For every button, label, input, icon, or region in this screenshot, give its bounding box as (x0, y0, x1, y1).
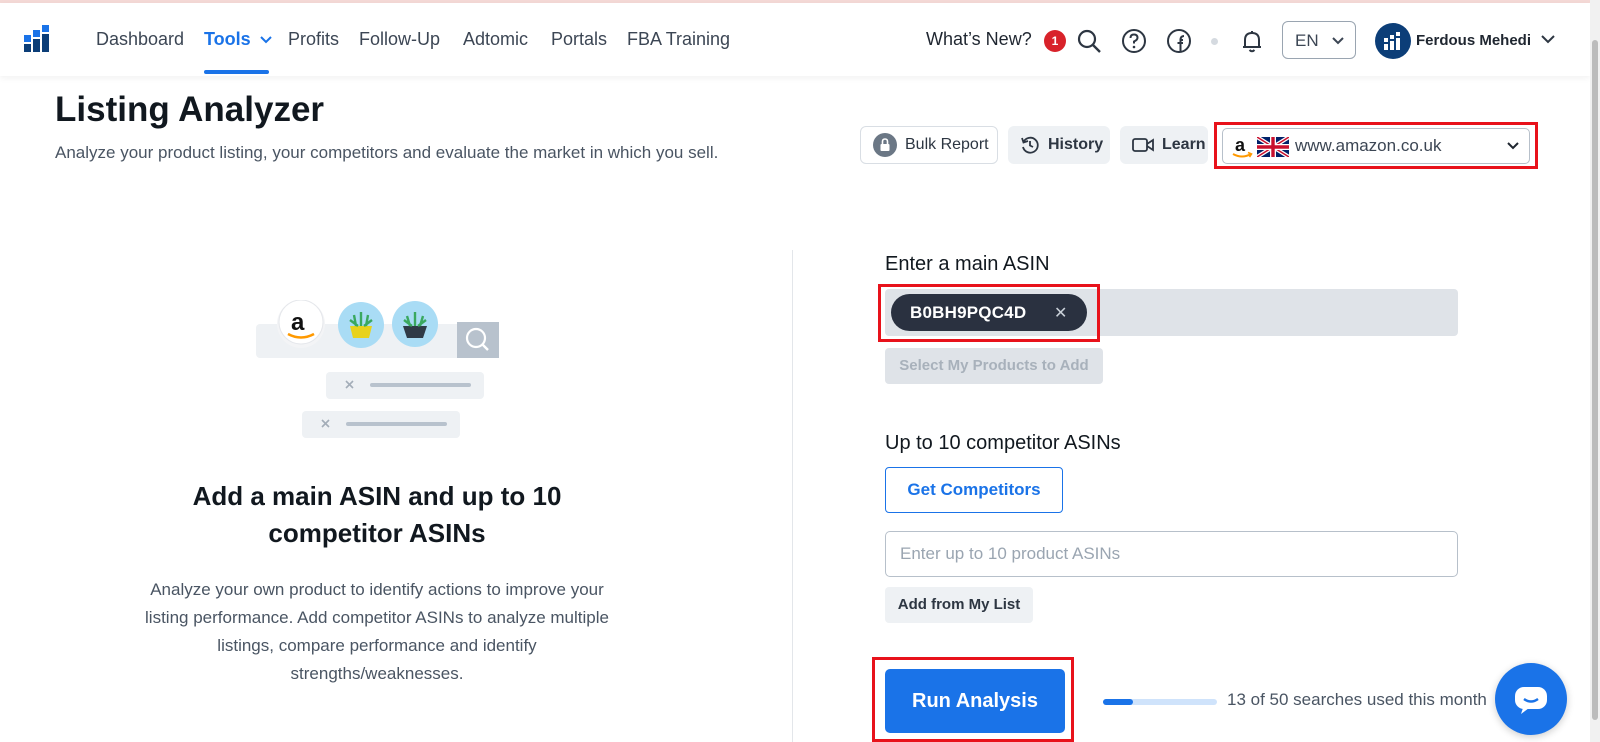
nav-fba-training[interactable]: FBA Training (627, 29, 730, 50)
asin-highlight (878, 284, 1100, 342)
avatar[interactable] (1375, 23, 1411, 59)
app-logo-icon[interactable] (24, 25, 54, 53)
marketplace-highlight (1214, 122, 1538, 169)
empty-state-illustration: a (256, 300, 499, 438)
empty-state-heading: Add a main ASIN and up to 10 competitor … (192, 481, 562, 548)
searches-progress-fill (1103, 699, 1133, 705)
page-title: Listing Analyzer (55, 90, 325, 129)
competitor-asins-label: Up to 10 competitor ASINs (885, 432, 1121, 454)
chevron-down-icon (259, 36, 272, 44)
panel-divider (792, 250, 793, 742)
history-button[interactable]: History (1008, 126, 1110, 164)
whats-new-link[interactable]: What’s New? (926, 29, 1032, 50)
svg-text:a: a (291, 309, 305, 336)
get-competitors-button[interactable]: Get Competitors (885, 467, 1063, 513)
chat-bubble-icon (1515, 687, 1547, 714)
user-name[interactable]: Ferdous Mehedi (1416, 32, 1531, 49)
competitor-asins-input[interactable] (885, 531, 1458, 577)
nav-follow-up[interactable]: Follow-Up (359, 29, 440, 50)
chat-button[interactable] (1495, 663, 1567, 735)
nav-dashboard[interactable]: Dashboard (96, 29, 184, 50)
add-from-my-list-button[interactable]: Add from My List (885, 587, 1033, 623)
history-icon (1020, 135, 1040, 155)
nav-tools-label: Tools (204, 29, 251, 49)
searches-progress-bar (1103, 699, 1217, 705)
separator-dot (1211, 38, 1218, 45)
scrollbar-thumb[interactable] (1592, 40, 1598, 720)
whats-new-badge: 1 (1044, 30, 1066, 52)
searches-used-text: 13 of 50 searches used this month (1227, 690, 1487, 709)
avatar-logo-icon (1384, 32, 1400, 50)
nav-tools[interactable]: Tools (204, 29, 273, 50)
lock-icon (873, 133, 897, 157)
bulk-report-label: Bulk Report (905, 136, 989, 153)
video-camera-icon (1132, 137, 1154, 153)
nav-portals[interactable]: Portals (551, 29, 607, 50)
bulk-report-button[interactable]: Bulk Report (860, 126, 998, 164)
search-icon[interactable] (1076, 28, 1102, 54)
run-analysis-highlight (872, 657, 1074, 742)
chevron-down-icon[interactable] (1540, 33, 1556, 45)
empty-state-description: Analyze your own product to identify act… (145, 580, 609, 683)
nav-adtomic[interactable]: Adtomic (463, 29, 528, 50)
learn-button[interactable]: Learn (1120, 126, 1208, 164)
top-navigation: Dashboard Tools Profits Follow-Up Adtomi… (0, 3, 1590, 76)
main-asin-label: Enter a main ASIN (885, 253, 1050, 275)
chevron-down-icon (1332, 37, 1344, 45)
nav-profits[interactable]: Profits (288, 29, 339, 50)
active-tab-indicator (204, 70, 269, 74)
learn-label: Learn (1162, 136, 1206, 153)
bell-icon[interactable] (1239, 28, 1265, 54)
language-value: EN (1295, 31, 1319, 50)
help-icon[interactable] (1121, 28, 1147, 54)
page-subtitle: Analyze your product listing, your compe… (55, 143, 719, 162)
facebook-icon[interactable] (1166, 28, 1192, 54)
history-label: History (1048, 136, 1104, 153)
language-selector[interactable]: EN (1282, 21, 1356, 59)
select-my-products-button[interactable]: Select My Products to Add (885, 348, 1103, 384)
